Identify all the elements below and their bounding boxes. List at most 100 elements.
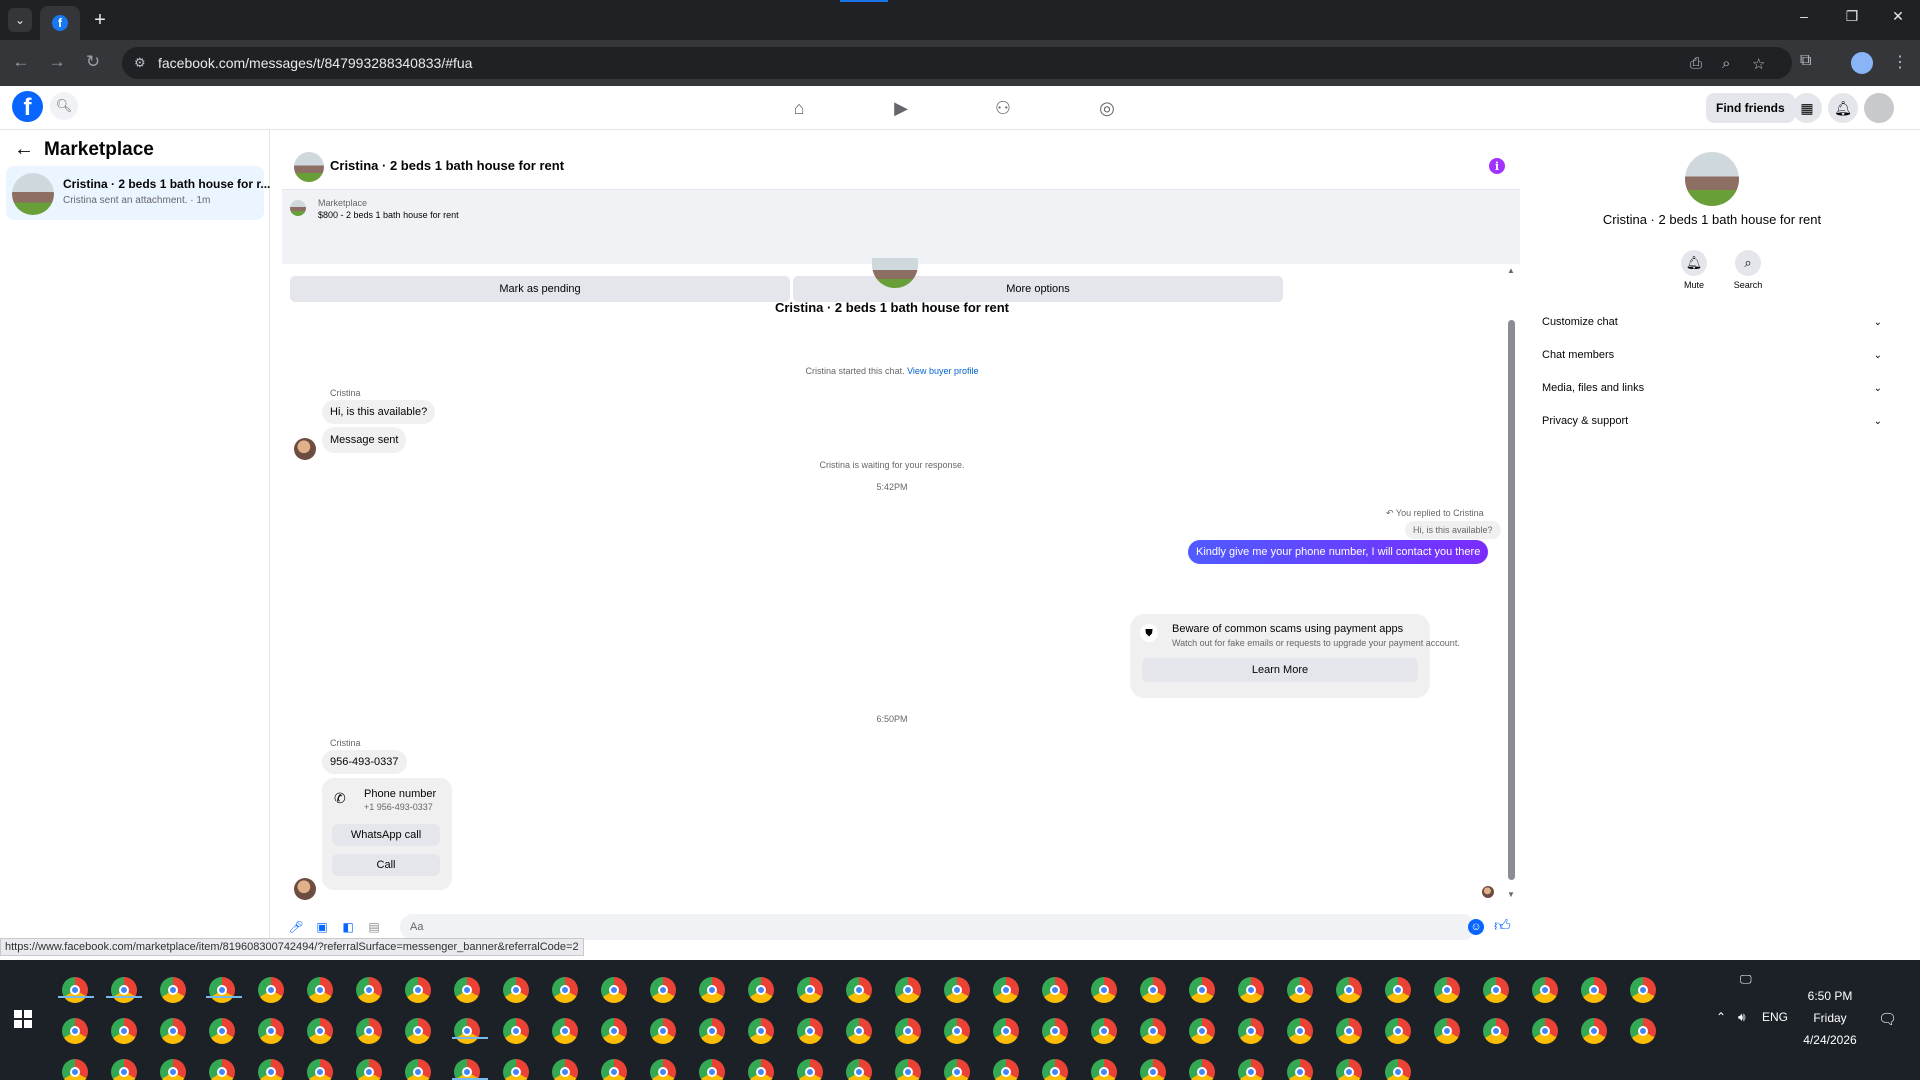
browser-window-icon[interactable] xyxy=(1630,1018,1656,1044)
clock-day[interactable]: Friday xyxy=(1790,1011,1870,1025)
browser-window-icon[interactable] xyxy=(405,977,431,1003)
browser-window-icon[interactable] xyxy=(62,977,88,1003)
browser-window-icon[interactable] xyxy=(160,1018,186,1044)
browser-window-icon[interactable] xyxy=(650,977,676,1003)
browser-window-icon[interactable] xyxy=(895,977,921,1003)
browser-window-icon[interactable] xyxy=(1434,1018,1460,1044)
browser-window-icon[interactable] xyxy=(1140,977,1166,1003)
restore-icon[interactable]: ❐ xyxy=(1840,8,1864,25)
browser-window-icon[interactable] xyxy=(993,977,1019,1003)
clock-time[interactable]: 6:50 PM xyxy=(1790,989,1870,1003)
outgoing-message[interactable]: Kindly give me your phone number, I will… xyxy=(1188,540,1489,564)
browser-window-icon[interactable] xyxy=(62,1059,88,1080)
browser-window-icon[interactable] xyxy=(1532,977,1558,1003)
sticker-icon[interactable]: ◧ xyxy=(340,919,356,935)
browser-window-icon[interactable] xyxy=(797,977,823,1003)
browser-window-icon[interactable] xyxy=(1140,1018,1166,1044)
browser-window-icon[interactable] xyxy=(601,977,627,1003)
browser-window-icon[interactable] xyxy=(1434,977,1460,1003)
account-avatar[interactable] xyxy=(1864,93,1894,123)
sender-avatar[interactable] xyxy=(294,878,316,900)
browser-window-icon[interactable] xyxy=(944,1018,970,1044)
browser-window-icon[interactable] xyxy=(895,1059,921,1080)
browser-window-icon[interactable] xyxy=(356,1018,382,1044)
browser-window-icon[interactable] xyxy=(944,1059,970,1080)
browser-window-icon[interactable] xyxy=(1287,1059,1313,1080)
facebook-logo[interactable]: f xyxy=(12,91,43,122)
friends-icon[interactable]: ⚇ xyxy=(990,95,1016,121)
whatsapp-call-button[interactable]: WhatsApp call xyxy=(332,824,440,846)
browser-window-icon[interactable] xyxy=(1385,977,1411,1003)
media-files-links-row[interactable]: Media, files and links ⌄ xyxy=(1542,372,1882,404)
browser-window-icon[interactable] xyxy=(1581,1018,1607,1044)
menu-grid-icon[interactable]: ▦ xyxy=(1792,93,1822,123)
browser-window-icon[interactable] xyxy=(797,1018,823,1044)
tab-search-button[interactable]: ⌄ xyxy=(8,8,32,32)
browser-window-icon[interactable] xyxy=(1042,1059,1068,1080)
bookmark-star-icon[interactable]: ☆ xyxy=(1752,55,1765,73)
search-action[interactable]: ⌕ Search xyxy=(1728,250,1768,290)
scroll-up-icon[interactable]: ▲ xyxy=(1507,266,1515,275)
search-icon[interactable]: 🔍︎ xyxy=(50,92,78,120)
chat-header-title[interactable]: Cristina · 2 beds 1 bath house for rent xyxy=(330,158,564,173)
browser-window-icon[interactable] xyxy=(1385,1018,1411,1044)
privacy-support-row[interactable]: Privacy & support ⌄ xyxy=(1542,405,1882,437)
microphone-icon[interactable]: 🎤︎ xyxy=(288,919,304,935)
view-buyer-profile-link[interactable]: View buyer profile xyxy=(907,366,978,376)
browser-window-icon[interactable] xyxy=(258,977,284,1003)
browser-window-icon[interactable] xyxy=(62,1018,88,1044)
browser-window-icon[interactable] xyxy=(209,1018,235,1044)
browser-window-icon[interactable] xyxy=(1189,1059,1215,1080)
browser-window-icon[interactable] xyxy=(1336,1059,1362,1080)
browser-window-icon[interactable] xyxy=(1238,1059,1264,1080)
incoming-message[interactable]: Hi, is this available? xyxy=(322,400,436,424)
browser-window-icon[interactable] xyxy=(993,1059,1019,1080)
groups-icon[interactable]: ◎ xyxy=(1094,95,1120,121)
browser-window-icon[interactable] xyxy=(601,1018,627,1044)
browser-window-icon[interactable] xyxy=(993,1018,1019,1044)
scroll-down-icon[interactable]: ▼ xyxy=(1507,890,1515,899)
conversation-item[interactable]: Cristina · 2 beds 1 bath house for r... … xyxy=(6,166,270,220)
browser-window-icon[interactable] xyxy=(1091,977,1117,1003)
chat-members-row[interactable]: Chat members ⌄ xyxy=(1542,339,1882,371)
browser-window-icon[interactable] xyxy=(944,977,970,1003)
browser-window-icon[interactable] xyxy=(699,977,725,1003)
browser-window-icon[interactable] xyxy=(846,1018,872,1044)
browser-window-icon[interactable] xyxy=(895,1018,921,1044)
info-icon[interactable]: i xyxy=(1489,158,1505,174)
browser-window-icon[interactable] xyxy=(209,1059,235,1080)
network-icon[interactable]: 🖵 xyxy=(1740,972,1752,987)
quoted-message[interactable]: Hi, is this available? xyxy=(1405,521,1501,539)
like-icon[interactable]: 👍︎ xyxy=(1494,917,1511,936)
browser-window-icon[interactable] xyxy=(748,1059,774,1080)
browser-window-icon[interactable] xyxy=(111,977,137,1003)
browser-window-icon[interactable] xyxy=(111,1018,137,1044)
browser-window-icon[interactable] xyxy=(1287,977,1313,1003)
browser-window-icon[interactable] xyxy=(503,977,529,1003)
browser-window-icon[interactable] xyxy=(454,1059,480,1080)
browser-window-icon[interactable] xyxy=(699,1059,725,1080)
browser-window-icon[interactable] xyxy=(748,977,774,1003)
browser-window-icon[interactable] xyxy=(1189,1018,1215,1044)
browser-window-icon[interactable] xyxy=(846,1059,872,1080)
scrollbar-thumb[interactable] xyxy=(1508,320,1515,880)
browser-window-icon[interactable] xyxy=(160,977,186,1003)
address-bar[interactable]: ⚙ facebook.com/messages/t/84799328834083… xyxy=(122,47,1792,79)
reload-icon[interactable]: ↻ xyxy=(82,52,104,72)
volume-icon[interactable]: 🔊︎ xyxy=(1738,1010,1746,1025)
browser-window-icon[interactable] xyxy=(307,977,333,1003)
browser-window-icon[interactable] xyxy=(1483,1018,1509,1044)
home-icon[interactable]: ⌂ xyxy=(786,95,812,121)
browser-window-icon[interactable] xyxy=(552,1059,578,1080)
browser-window-icon[interactable] xyxy=(258,1059,284,1080)
browser-window-icon[interactable] xyxy=(454,977,480,1003)
learn-more-button[interactable]: Learn More xyxy=(1142,658,1418,682)
browser-window-icon[interactable] xyxy=(846,977,872,1003)
browser-window-icon[interactable] xyxy=(1042,977,1068,1003)
gif-icon[interactable]: ▤ xyxy=(366,919,382,935)
notification-center-icon[interactable]: 🗨︎ xyxy=(1878,1010,1897,1028)
browser-window-icon[interactable] xyxy=(1189,977,1215,1003)
browser-window-icon[interactable] xyxy=(1336,977,1362,1003)
new-tab-button[interactable]: + xyxy=(88,8,112,32)
browser-window-icon[interactable] xyxy=(1042,1018,1068,1044)
